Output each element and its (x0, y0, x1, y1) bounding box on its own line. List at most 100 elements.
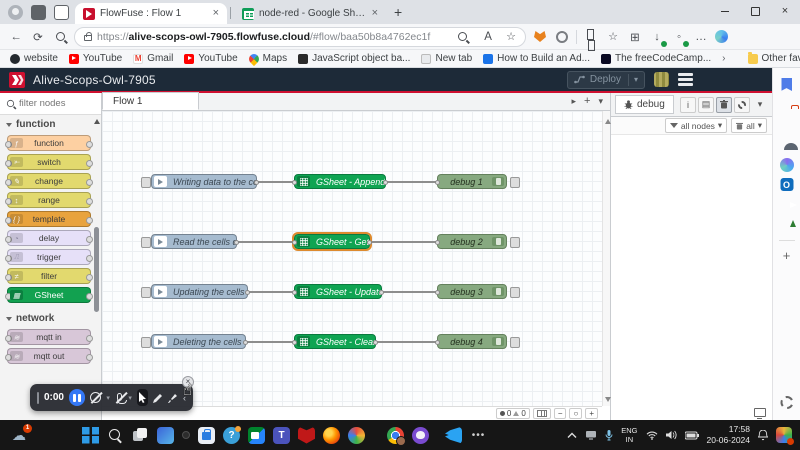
output-port[interactable] (243, 340, 248, 345)
minimize-button[interactable] (710, 0, 740, 22)
edge-app-active[interactable] (182, 431, 190, 439)
new-tab-button[interactable]: + (394, 4, 402, 20)
teams-icon[interactable]: T (273, 427, 290, 444)
output-port[interactable] (254, 180, 259, 185)
output-port[interactable] (367, 240, 372, 245)
inject-button[interactable] (141, 287, 151, 298)
refresh-icon[interactable]: ⟳ (30, 29, 46, 45)
display-icon[interactable] (585, 430, 597, 440)
bookmark-freecodecamp[interactable]: The freeCodeCamp... (601, 53, 711, 64)
clock[interactable]: 17:5820-06-2024 (707, 424, 750, 445)
close-tab-icon[interactable]: × (372, 8, 378, 19)
bookmark-youtube[interactable]: YouTube (69, 53, 122, 64)
console-monitor-icon[interactable] (754, 408, 766, 417)
language-indicator[interactable]: ENGIN (621, 426, 637, 444)
volume-icon[interactable] (666, 430, 677, 440)
more-menu-icon[interactable]: … (693, 29, 709, 45)
inject-node[interactable]: Deleting the cells data (151, 334, 246, 349)
palette-node-gsheet[interactable]: ▦GSheet (7, 287, 91, 303)
firefox-icon[interactable] (323, 427, 340, 444)
filter-nodes-dropdown[interactable]: all nodes ▾ (665, 118, 727, 133)
bookmark-new-tab[interactable]: New tab (421, 53, 472, 64)
gsheet-update-node[interactable]: GSheet - Update (294, 284, 382, 299)
help-app-icon[interactable]: ? (223, 427, 240, 444)
bookmark-maps[interactable]: Maps (249, 53, 287, 64)
highlighter-tool-button[interactable] (168, 391, 178, 404)
scrollbar-thumb[interactable] (94, 227, 99, 312)
mcafee-icon[interactable] (298, 427, 315, 444)
input-port[interactable] (292, 290, 297, 295)
zoom-in-button[interactable]: + (585, 408, 598, 419)
address-bar[interactable]: https://alive-scops-owl-7905.flowfuse.cl… (74, 27, 526, 47)
input-port[interactable] (435, 180, 440, 185)
debug-node[interactable]: debug 2 (437, 234, 507, 249)
recording-toolbar[interactable]: 0:00 ▾ ▾ ‹ (30, 384, 193, 411)
debug-node[interactable]: debug 4 (437, 334, 507, 349)
back-icon[interactable]: ← (8, 29, 24, 45)
canvas-vscrollbar[interactable] (602, 111, 610, 406)
main-menu-icon[interactable] (678, 73, 693, 86)
debug-toggle-button[interactable] (510, 337, 520, 348)
debug-toggle-button[interactable] (510, 177, 520, 188)
mic-icon[interactable] (605, 430, 613, 441)
search-icon[interactable] (52, 29, 68, 45)
zoom-reset-button[interactable]: ○ (569, 408, 582, 419)
task-view-icon[interactable] (132, 427, 149, 444)
start-button[interactable] (82, 427, 99, 444)
extensions-ok-icon[interactable]: ◦ (671, 29, 687, 45)
zoom-out-button[interactable]: − (554, 408, 567, 419)
mic-off-button[interactable] (115, 391, 124, 404)
metamask-extension-icon[interactable] (532, 29, 548, 45)
browser-profile-icon[interactable] (8, 5, 23, 20)
scroll-tabs-icon[interactable] (572, 97, 577, 106)
palette-category-network[interactable]: network (0, 309, 101, 327)
output-port[interactable] (373, 340, 378, 345)
tab-google-sheets[interactable]: node-red - Google Sheets × (234, 3, 386, 24)
security-tray-icon[interactable] (776, 427, 792, 443)
help-book-button[interactable]: ▤ (698, 97, 714, 113)
palette-node-delay[interactable]: ◔delay (7, 230, 91, 246)
maximize-button[interactable] (740, 0, 770, 22)
mic-caret-icon[interactable]: ▾ (128, 394, 132, 402)
palette-category-function[interactable]: function (0, 115, 101, 133)
sidebar-copilot-icon[interactable] (780, 158, 794, 172)
weather-widget[interactable]: ☁1 (12, 427, 26, 444)
palette-node-filter[interactable]: ≠filter (7, 268, 91, 284)
output-port[interactable] (379, 290, 384, 295)
palette-scrollbar[interactable] (93, 117, 100, 420)
chevron-up-icon[interactable] (567, 432, 577, 439)
sidebar-settings-icon[interactable] (780, 396, 793, 409)
debug-messages-button[interactable] (716, 97, 732, 113)
favorites-bar-icon[interactable]: ☆ (605, 29, 621, 45)
debug-messages-area[interactable] (611, 135, 772, 420)
scroll-up-icon[interactable] (605, 119, 611, 124)
inject-node[interactable]: Writing data to the cells (151, 174, 257, 189)
zoom-out-page-icon[interactable] (454, 29, 470, 45)
settings-button[interactable] (734, 97, 750, 113)
clear-dropdown[interactable]: all ▾ (731, 118, 767, 133)
extension-icon[interactable] (554, 29, 570, 45)
cursor-tool-button[interactable] (137, 389, 148, 406)
flow-tab[interactable]: Flow 1 (102, 92, 199, 110)
output-port[interactable] (245, 290, 250, 295)
palette-node-mqtt-in[interactable]: ≋mqtt in (7, 329, 91, 345)
debug-toggle-button[interactable] (510, 237, 520, 248)
copilot-icon[interactable] (715, 30, 728, 43)
palette-node-change[interactable]: ✎change (7, 173, 91, 189)
input-port[interactable] (292, 180, 297, 185)
scroll-down-icon[interactable] (605, 397, 611, 402)
gsheet-get-node-selected[interactable]: GSheet - Get (294, 234, 370, 249)
input-port[interactable] (435, 290, 440, 295)
bell-icon[interactable] (758, 430, 768, 441)
close-window-button[interactable]: × (770, 0, 800, 22)
bookmark-website[interactable]: website (10, 53, 58, 64)
taskbar-overflow-icon[interactable]: ••• (470, 427, 487, 444)
input-port[interactable] (435, 340, 440, 345)
read-aloud-icon[interactable]: A (480, 29, 496, 45)
photos-app-icon[interactable] (348, 427, 365, 444)
tab-flowfuse[interactable]: FlowFuse : Flow 1 × (75, 3, 227, 24)
palette-node-function[interactable]: ƒfunction (7, 135, 91, 151)
flow-canvas[interactable]: Writing data to the cells GSheet - Appen… (102, 111, 602, 406)
bookmark-gmail[interactable]: MGmail (133, 53, 173, 64)
chrome-icon[interactable] (387, 427, 404, 444)
